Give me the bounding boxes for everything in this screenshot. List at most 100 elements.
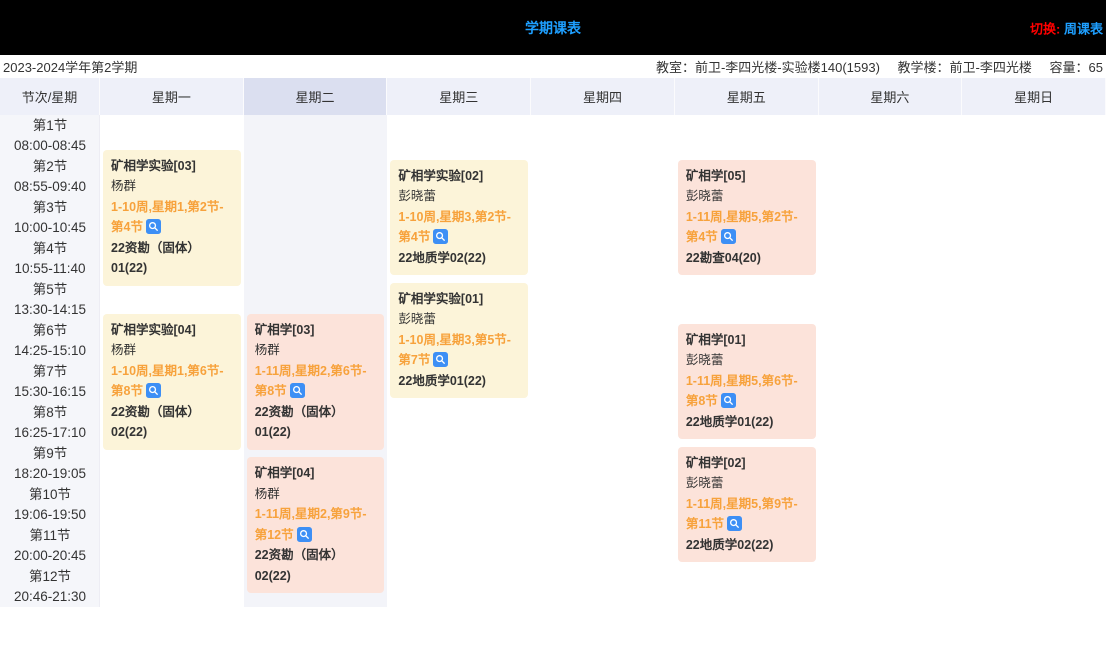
period-time: 20:00-20:45 [0, 546, 100, 566]
period-cell: 第7节15:30-16:15 [0, 361, 100, 402]
info-bar: 2023-2024学年第2学期 教室：前卫-李四光楼-实验楼140(1593) … [0, 55, 1106, 78]
course-card[interactable]: 矿相学[05] 彭晓蕾 1-11周,星期5,第2节-第4节 22勘查04(20) [678, 160, 816, 276]
course-schedule: 1-11周,星期5,第6节-第8节 [686, 371, 808, 412]
course-card[interactable]: 矿相学[02] 彭晓蕾 1-11周,星期5,第9节-第11节 22地质学02(2… [678, 447, 816, 563]
course-teacher: 彭晓蕾 [398, 309, 520, 330]
period-cell: 第8节16:25-17:10 [0, 402, 100, 443]
search-icon[interactable] [290, 383, 305, 398]
course-card[interactable]: 矿相学[01] 彭晓蕾 1-11周,星期5,第6节-第8节 22地质学01(22… [678, 324, 816, 440]
capacity-label: 容量： [1050, 60, 1089, 75]
course-title: 矿相学实验[03] [111, 156, 233, 177]
course-card[interactable]: 矿相学实验[01] 彭晓蕾 1-10周,星期3,第5节-第7节 22地质学01(… [390, 283, 528, 399]
period-cell: 第6节14:25-15:10 [0, 320, 100, 361]
view-switch[interactable]: 切换: 周课表 [1030, 18, 1103, 37]
period-time: 14:25-15:10 [0, 341, 100, 361]
period-name: 第10节 [0, 485, 100, 505]
period-name: 第4节 [0, 239, 100, 259]
page-title: 学期课表 [525, 18, 581, 38]
day-header-fri: 星期五 [675, 78, 819, 115]
course-schedule-text: 1-11周,星期5,第2节-第4节 [686, 210, 798, 245]
course-title: 矿相学[04] [255, 463, 377, 484]
switch-label: 切换: [1030, 21, 1060, 36]
period-time: 19:06-19:50 [0, 505, 100, 525]
period-name: 第2节 [0, 157, 100, 177]
course-title: 矿相学[05] [686, 166, 808, 187]
course-class: 22资勘（固体）02(22) [111, 402, 233, 443]
period-cell: 第9节18:20-19:05 [0, 443, 100, 484]
course-title: 矿相学实验[04] [111, 320, 233, 341]
search-icon[interactable] [727, 516, 742, 531]
day-header-sun: 星期日 [962, 78, 1106, 115]
course-card[interactable]: 矿相学实验[02] 彭晓蕾 1-10周,星期3,第2节-第4节 22地质学02(… [390, 160, 528, 276]
search-icon[interactable] [433, 229, 448, 244]
period-time: 08:00-08:45 [0, 136, 100, 156]
period-cell: 第3节10:00-10:45 [0, 197, 100, 238]
period-time: 20:46-21:30 [0, 587, 100, 607]
period-time: 16:25-17:10 [0, 423, 100, 443]
course-title: 矿相学[03] [255, 320, 377, 341]
period-name: 第11节 [0, 526, 100, 546]
course-schedule-text: 1-10周,星期3,第2节-第4节 [398, 210, 511, 245]
course-class: 22勘查04(20) [686, 248, 808, 269]
period-name: 第3节 [0, 198, 100, 218]
course-schedule: 1-11周,星期2,第6节-第8节 [255, 361, 377, 402]
semester-text: 2023-2024学年第2学期 [3, 57, 137, 76]
capacity-field: 容量：65 [1050, 60, 1103, 75]
course-schedule: 1-11周,星期5,第2节-第4节 [686, 207, 808, 248]
course-schedule: 1-10周,星期1,第6节-第8节 [111, 361, 233, 402]
room-field: 教室：前卫-李四光楼-实验楼140(1593) [656, 60, 880, 75]
course-class: 22地质学01(22) [398, 371, 520, 392]
room-info: 教室：前卫-李四光楼-实验楼140(1593) 教学楼：前卫-李四光楼 容量：6… [642, 57, 1103, 76]
search-icon[interactable] [146, 383, 161, 398]
period-time: 10:00-10:45 [0, 218, 100, 238]
period-cell: 第4节10:55-11:40 [0, 238, 100, 279]
course-card[interactable]: 矿相学[03] 杨群 1-11周,星期2,第6节-第8节 22资勘（固体）01(… [247, 314, 385, 450]
course-class: 22资勘（固体）01(22) [111, 238, 233, 279]
switch-week-view-link[interactable]: 周课表 [1064, 21, 1103, 36]
search-icon[interactable] [433, 352, 448, 367]
period-time: 15:30-16:15 [0, 382, 100, 402]
course-card[interactable]: 矿相学实验[03] 杨群 1-10周,星期1,第2节-第4节 22资勘（固体）0… [103, 150, 241, 286]
course-class: 22资勘（固体）02(22) [255, 545, 377, 586]
building-field: 教学楼：前卫-李四光楼 [898, 60, 1032, 75]
course-card[interactable]: 矿相学[04] 杨群 1-11周,星期2,第9节-第12节 22资勘（固体）02… [247, 457, 385, 593]
room-label: 教室： [656, 60, 695, 75]
course-card[interactable]: 矿相学实验[04] 杨群 1-10周,星期1,第6节-第8节 22资勘（固体）0… [103, 314, 241, 450]
course-class: 22地质学01(22) [686, 412, 808, 433]
day-header-wed: 星期三 [387, 78, 531, 115]
day-header-thu: 星期四 [531, 78, 675, 115]
course-teacher: 彭晓蕾 [398, 186, 520, 207]
period-time: 08:55-09:40 [0, 177, 100, 197]
search-icon[interactable] [297, 527, 312, 542]
capacity-value: 65 [1089, 60, 1103, 75]
search-icon[interactable] [721, 393, 736, 408]
day-header-mon: 星期一 [100, 78, 244, 115]
period-name: 第8节 [0, 403, 100, 423]
course-teacher: 彭晓蕾 [686, 186, 808, 207]
period-name: 第12节 [0, 567, 100, 587]
period-cell: 第10节19:06-19:50 [0, 484, 100, 525]
period-time: 18:20-19:05 [0, 464, 100, 484]
course-teacher: 彭晓蕾 [686, 350, 808, 371]
building-label: 教学楼： [898, 60, 950, 75]
period-name: 第6节 [0, 321, 100, 341]
period-name: 第9节 [0, 444, 100, 464]
course-title: 矿相学[02] [686, 453, 808, 474]
course-class: 22资勘（固体）01(22) [255, 402, 377, 443]
course-schedule: 1-10周,星期3,第2节-第4节 [398, 207, 520, 248]
room-value: 前卫-李四光楼-实验楼140(1593) [695, 60, 880, 75]
period-time: 13:30-14:15 [0, 300, 100, 320]
period-cell: 第12节20:46-21:30 [0, 566, 100, 607]
course-teacher: 彭晓蕾 [686, 473, 808, 494]
search-icon[interactable] [146, 219, 161, 234]
period-cell: 第2节08:55-09:40 [0, 156, 100, 197]
course-title: 矿相学实验[02] [398, 166, 520, 187]
course-title: 矿相学实验[01] [398, 289, 520, 310]
period-cell: 第1节08:00-08:45 [0, 115, 100, 156]
day-header-tue: 星期二 [244, 78, 388, 115]
period-name: 第7节 [0, 362, 100, 382]
building-value: 前卫-李四光楼 [950, 60, 1032, 75]
course-schedule-text: 1-11周,星期2,第6节-第8节 [255, 364, 367, 399]
search-icon[interactable] [721, 229, 736, 244]
period-cell: 第5节13:30-14:15 [0, 279, 100, 320]
